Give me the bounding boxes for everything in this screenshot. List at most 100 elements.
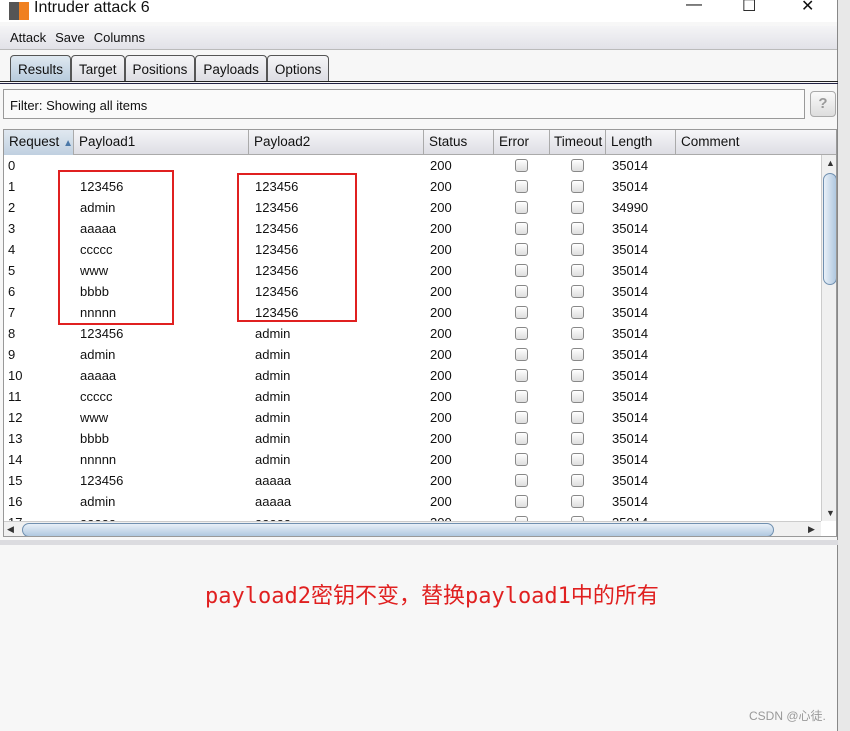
payload1-cell: aaaaa	[80, 368, 117, 383]
timeout-checkbox[interactable]	[571, 411, 584, 424]
table-row[interactable]: 13 bbbb admin 200 35014	[4, 428, 821, 449]
menu-bar: Attack Save Columns	[0, 26, 837, 50]
timeout-checkbox[interactable]	[571, 327, 584, 340]
timeout-checkbox[interactable]	[571, 285, 584, 298]
payload2-cell: aaaaa	[255, 494, 292, 509]
column-request[interactable]: Request ▲	[4, 130, 74, 155]
request-cell: 13	[8, 431, 23, 446]
timeout-checkbox[interactable]	[571, 159, 584, 172]
column-length[interactable]: Length	[606, 130, 676, 155]
horizontal-scroll-thumb[interactable]	[22, 523, 774, 536]
request-cell: 3	[8, 221, 16, 236]
error-checkbox[interactable]	[515, 201, 528, 214]
table-row[interactable]: 8 123456 admin 200 35014	[4, 323, 821, 344]
timeout-checkbox[interactable]	[571, 306, 584, 319]
tab-options[interactable]: Options	[266, 55, 330, 82]
error-checkbox[interactable]	[515, 180, 528, 193]
status-cell: 200	[430, 347, 452, 362]
scroll-right-icon[interactable]: ▶	[808, 524, 815, 535]
error-checkbox[interactable]	[515, 264, 528, 277]
table-row[interactable]: 9 admin admin 200 35014	[4, 344, 821, 365]
column-payload2[interactable]: Payload2	[249, 130, 424, 155]
column-status[interactable]: Status	[424, 130, 494, 155]
column-label: Request	[9, 134, 60, 149]
scroll-up-icon[interactable]: ▲	[826, 158, 835, 168]
table-row[interactable]: 10 aaaaa admin 200 35014	[4, 365, 821, 386]
annotation-text: payload2密钥不变，替换payload1中的所有	[205, 584, 659, 609]
timeout-checkbox[interactable]	[571, 222, 584, 235]
column-comment[interactable]: Comment	[676, 130, 836, 155]
tab-payloads[interactable]: Payloads	[195, 55, 267, 82]
error-checkbox[interactable]	[515, 369, 528, 382]
watermark: CSDN @心徒.	[749, 709, 826, 723]
background-window-edge	[838, 0, 850, 731]
error-checkbox[interactable]	[515, 411, 528, 424]
status-cell: 200	[430, 431, 452, 446]
close-button[interactable]: ✕	[801, 0, 814, 16]
status-cell: 200	[430, 242, 452, 257]
error-checkbox[interactable]	[515, 453, 528, 466]
column-error[interactable]: Error	[494, 130, 550, 155]
error-checkbox[interactable]	[515, 495, 528, 508]
length-cell: 35014	[612, 305, 649, 320]
column-payload1[interactable]: Payload1	[74, 130, 249, 155]
length-cell: 34990	[612, 200, 649, 215]
timeout-checkbox[interactable]	[571, 369, 584, 382]
status-cell: 200	[430, 494, 452, 509]
payload2-cell: admin	[255, 410, 291, 425]
table-row[interactable]: 12 www admin 200 35014	[4, 407, 821, 428]
menu-save[interactable]: Save	[55, 30, 85, 45]
length-cell: 35014	[612, 158, 649, 173]
timeout-checkbox[interactable]	[571, 495, 584, 508]
vertical-scrollbar[interactable]: ▲ ▼	[821, 155, 836, 521]
error-checkbox[interactable]	[515, 474, 528, 487]
maximize-button[interactable]: ☐	[742, 0, 756, 16]
error-checkbox[interactable]	[515, 327, 528, 340]
menu-columns[interactable]: Columns	[94, 30, 145, 45]
payload1-cell: bbbb	[80, 431, 109, 446]
tab-results[interactable]: Results	[10, 55, 72, 82]
error-checkbox[interactable]	[515, 348, 528, 361]
split-pane-divider[interactable]	[0, 540, 838, 545]
error-checkbox[interactable]	[515, 432, 528, 445]
table-row[interactable]: 15 123456 aaaaa 200 35014	[4, 470, 821, 491]
timeout-checkbox[interactable]	[571, 243, 584, 256]
timeout-checkbox[interactable]	[571, 432, 584, 445]
timeout-checkbox[interactable]	[571, 474, 584, 487]
horizontal-scrollbar[interactable]: ◀ ▶	[4, 521, 821, 536]
help-button[interactable]: ?	[810, 91, 836, 117]
length-cell: 35014	[612, 389, 649, 404]
error-checkbox[interactable]	[515, 306, 528, 319]
timeout-checkbox[interactable]	[571, 180, 584, 193]
table-row[interactable]: 14 nnnnn admin 200 35014	[4, 449, 821, 470]
length-cell: 35014	[612, 410, 649, 425]
tab-target[interactable]: Target	[71, 55, 125, 82]
table-row[interactable]: 16 admin aaaaa 200 35014	[4, 491, 821, 512]
menu-attack[interactable]: Attack	[10, 30, 46, 45]
tab-positions[interactable]: Positions	[124, 55, 196, 82]
error-checkbox[interactable]	[515, 285, 528, 298]
request-cell: 9	[8, 347, 16, 362]
status-cell: 200	[430, 158, 452, 173]
table-row[interactable]: 11 ccccc admin 200 35014	[4, 386, 821, 407]
minimize-button[interactable]: —	[686, 0, 702, 14]
scroll-down-icon[interactable]: ▼	[826, 508, 835, 518]
timeout-checkbox[interactable]	[571, 201, 584, 214]
timeout-checkbox[interactable]	[571, 453, 584, 466]
error-checkbox[interactable]	[515, 243, 528, 256]
error-checkbox[interactable]	[515, 222, 528, 235]
vertical-scroll-thumb[interactable]	[823, 173, 836, 285]
payload1-cell: 123456	[80, 326, 124, 341]
status-cell: 200	[426, 512, 452, 521]
timeout-checkbox[interactable]	[571, 390, 584, 403]
table-row[interactable]: 17 aaaaa aaaaa 200 35014	[4, 512, 821, 521]
timeout-checkbox[interactable]	[571, 264, 584, 277]
filter-bar[interactable]: Filter: Showing all items	[3, 89, 805, 119]
scroll-left-icon[interactable]: ◀	[7, 524, 14, 535]
payload1-cell: admin	[80, 494, 116, 509]
error-checkbox[interactable]	[515, 390, 528, 403]
status-cell: 200	[430, 410, 452, 425]
column-timeout[interactable]: Timeout	[550, 130, 606, 155]
error-checkbox[interactable]	[515, 159, 528, 172]
timeout-checkbox[interactable]	[571, 348, 584, 361]
